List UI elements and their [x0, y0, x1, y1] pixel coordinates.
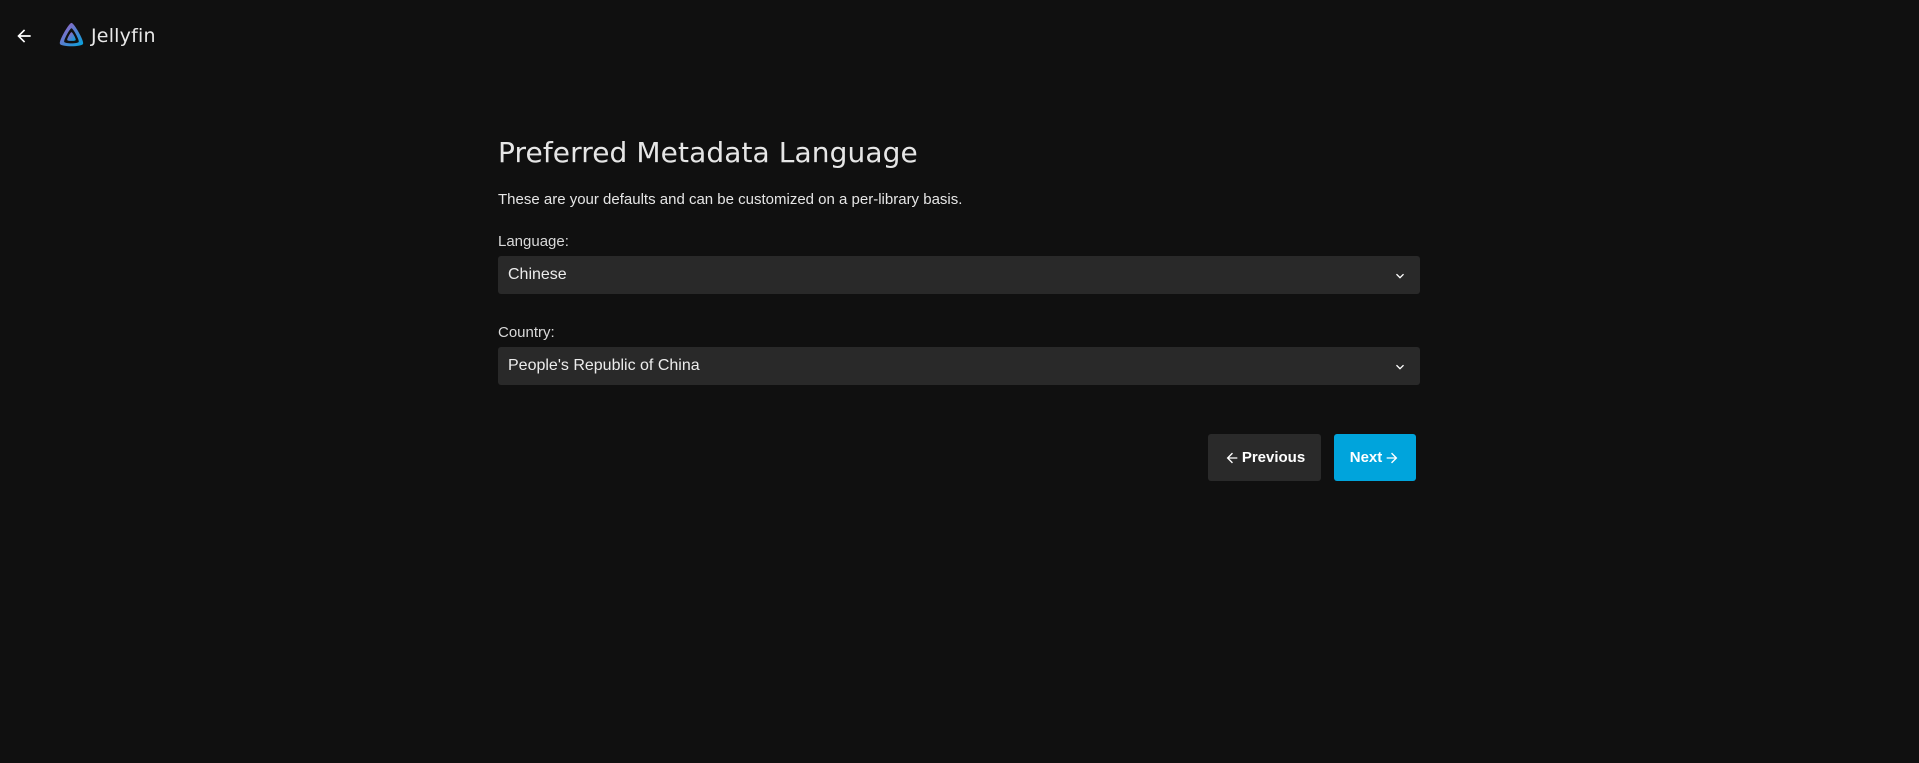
next-button[interactable]: Next	[1334, 434, 1416, 481]
language-select-value: Chinese	[508, 266, 567, 283]
country-select[interactable]: People's Republic of China	[498, 347, 1420, 385]
wizard-actions: Previous Next	[1208, 434, 1416, 481]
logo-text: Jellyfin	[91, 24, 156, 47]
language-label: Language:	[498, 233, 569, 250]
previous-button[interactable]: Previous	[1208, 434, 1321, 481]
jellyfin-logo[interactable]: Jellyfin	[56, 20, 156, 51]
arrow-left-icon	[1226, 452, 1238, 463]
header: Jellyfin	[0, 0, 1919, 72]
jellyfin-logo-icon	[59, 22, 84, 47]
next-button-label: Next	[1349, 449, 1383, 466]
previous-button-label: Previous	[1241, 449, 1306, 466]
language-select[interactable]: Chinese	[498, 256, 1420, 294]
back-button[interactable]	[10, 22, 38, 50]
metadata-language-form: Preferred Metadata Language These are yo…	[498, 130, 1420, 481]
page-title: Preferred Metadata Language	[498, 136, 918, 169]
arrow-left-icon	[17, 29, 31, 43]
chevron-down-icon	[1396, 273, 1404, 279]
country-select-value: People's Republic of China	[508, 357, 700, 374]
wizard-page: Jellyfin Preferred Metadata Language The…	[0, 0, 1919, 763]
page-description: These are your defaults and can be custo…	[498, 191, 963, 208]
arrow-right-icon	[1386, 452, 1398, 463]
country-label: Country:	[498, 324, 555, 341]
chevron-down-icon	[1396, 364, 1404, 370]
